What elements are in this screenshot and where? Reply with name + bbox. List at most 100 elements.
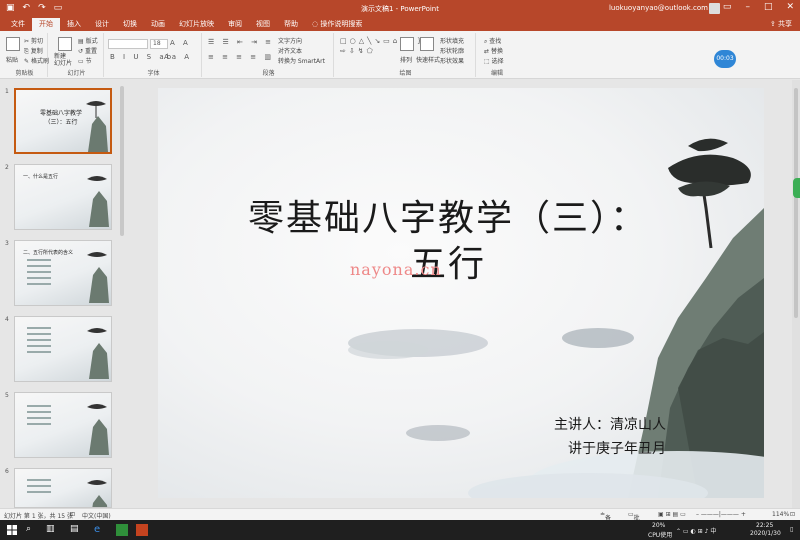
format-painter-button[interactable]: ✎ 格式刷 bbox=[24, 56, 49, 65]
copy-label: 复制 bbox=[30, 48, 43, 55]
task-view-icon[interactable]: ▥ bbox=[46, 524, 58, 536]
align-text-button[interactable]: 对齐文本 bbox=[278, 46, 302, 55]
paste-icon[interactable] bbox=[6, 37, 20, 51]
tab-help[interactable]: 帮助 bbox=[277, 18, 305, 31]
ribbon-display-icon[interactable]: ▭ bbox=[723, 2, 732, 12]
convert-smartart-button[interactable]: 转换为 SmartArt bbox=[278, 56, 325, 65]
tab-view[interactable]: 视图 bbox=[249, 18, 277, 31]
align-buttons[interactable]: ≡ ≡ ≡ ≡ ▥ bbox=[208, 53, 274, 61]
section-label: 节 bbox=[85, 58, 92, 65]
shape-effects-button[interactable]: 形状效果 bbox=[440, 56, 464, 65]
thumb-number: 6 bbox=[5, 468, 9, 475]
spellcheck-icon[interactable]: ⊡ bbox=[70, 511, 75, 518]
shapes-gallery[interactable]: □○△╲↘▭⌂☆{}⇨⇩↯⬠ bbox=[340, 36, 421, 56]
tab-insert[interactable]: 插入 bbox=[60, 18, 88, 31]
cut-button[interactable]: ✂ 剪切 bbox=[24, 36, 43, 45]
recording-timer[interactable]: 00:03 bbox=[714, 50, 736, 68]
slide-title[interactable]: 零基础八字教学（三）： 五行 bbox=[238, 196, 658, 288]
slide-count: 幻灯片 第 1 张，共 15 张 bbox=[4, 513, 73, 520]
font-name-dropdown[interactable] bbox=[108, 39, 148, 49]
slide-thumbnail-5[interactable] bbox=[14, 392, 112, 458]
paragraph-group-label: 段落 bbox=[262, 70, 275, 77]
fit-slide-icon[interactable]: ⊡ bbox=[790, 511, 795, 518]
edge-browser-icon[interactable]: e bbox=[94, 524, 106, 536]
view-buttons[interactable]: ▣ ⊞ ▤ ▭ bbox=[658, 511, 686, 518]
layout-button[interactable]: ▤ 版式 bbox=[78, 36, 98, 45]
tab-slideshow[interactable]: 幻灯片放映 bbox=[172, 18, 221, 31]
format-painter-label: 格式刷 bbox=[30, 58, 49, 65]
share-button[interactable]: ⇪ 共享 bbox=[770, 19, 792, 29]
list-buttons[interactable]: ☰ ☰ ⇤ ⇥ ≡ bbox=[208, 38, 274, 46]
slide-1[interactable]: 零基础八字教学（三）： 五行 nayona.cn 主讲人：清凉山人 讲于庚子年丑… bbox=[158, 88, 764, 498]
comments-button[interactable]: ▭ 批注 bbox=[628, 511, 640, 531]
shape-fill-button[interactable]: 形状填充 bbox=[440, 36, 464, 45]
slide-thumbnail-3[interactable]: 二、五行所代表的含义 bbox=[14, 240, 112, 306]
clock-time[interactable]: 22:25 bbox=[756, 522, 773, 529]
slide-thumbnail-4[interactable] bbox=[14, 316, 112, 382]
tab-design[interactable]: 设计 bbox=[88, 18, 116, 31]
slide-scrollbar-thumb[interactable] bbox=[794, 88, 798, 318]
quick-styles-button[interactable]: 快速样式 bbox=[416, 55, 440, 64]
layout-label: 版式 bbox=[85, 38, 98, 45]
user-email[interactable]: luokuoyanyao@outlook.com bbox=[609, 4, 708, 12]
zoom-slider[interactable]: – ———|——— + bbox=[696, 511, 746, 518]
search-icon[interactable]: ⌕ bbox=[26, 524, 38, 536]
close-icon[interactable]: ✕ bbox=[786, 2, 794, 12]
cut-label: 剪切 bbox=[30, 38, 43, 45]
tab-transitions[interactable]: 切换 bbox=[116, 18, 144, 31]
copy-button[interactable]: ⎘ 复制 bbox=[24, 46, 43, 56]
reset-button[interactable]: ↺ 重置 bbox=[78, 46, 97, 55]
presenter-text[interactable]: 主讲人：清凉山人 bbox=[554, 414, 666, 434]
file-explorer-icon[interactable]: ▤ bbox=[70, 524, 82, 536]
tab-file[interactable]: 文件 bbox=[4, 18, 32, 31]
window-controls: ▭ – □ ✕ bbox=[723, 2, 794, 12]
status-bar: 幻灯片 第 1 张，共 15 张 ⊡ 中文(中国) ≐ 备注 ▭ 批注 ▣ ⊞ … bbox=[0, 508, 800, 531]
slide-thumbnail-6[interactable] bbox=[14, 468, 112, 508]
font-size-dropdown[interactable]: 18 bbox=[150, 39, 168, 49]
new-slide-icon[interactable] bbox=[58, 37, 72, 51]
slide-thumbnail-2[interactable]: 一、什么是五行 bbox=[14, 164, 112, 230]
text-direction-button[interactable]: 文字方向 bbox=[278, 36, 302, 45]
share-icon: ⇪ bbox=[769, 20, 778, 28]
arrange-icon[interactable] bbox=[400, 37, 414, 51]
mountain-tree-thumb-icon bbox=[87, 404, 109, 455]
arrange-button[interactable]: 排列 bbox=[400, 55, 412, 64]
tray-icons[interactable]: ⌃ ▭ ◐ ⊞ ♪ 中 bbox=[676, 526, 716, 535]
font-size-buttons[interactable]: A A bbox=[170, 39, 191, 47]
shape-outline-button[interactable]: 形状轮廓 bbox=[440, 46, 464, 55]
section-button[interactable]: ▭ 节 bbox=[78, 56, 92, 65]
quick-styles-icon[interactable] bbox=[420, 37, 434, 51]
clock-date[interactable]: 2020/1/30 bbox=[750, 530, 781, 537]
notes-button[interactable]: ≐ 备注 bbox=[600, 511, 611, 531]
paste-button[interactable]: 粘贴 bbox=[6, 55, 18, 64]
replace-button[interactable]: ⇄ 替换 bbox=[484, 46, 503, 55]
thumb-text-lines bbox=[27, 479, 57, 497]
avatar[interactable] bbox=[709, 3, 720, 14]
slide-title-line2: 五行 bbox=[409, 244, 486, 285]
ink-landscape-image bbox=[348, 138, 764, 498]
tab-animations[interactable]: 动画 bbox=[144, 18, 172, 31]
tab-home[interactable]: 开始 bbox=[32, 18, 60, 31]
font-group-label: 字体 bbox=[147, 70, 160, 77]
slides-group: 新建 幻灯片 ▤ 版式 ↺ 重置 ▭ 节 幻灯片 bbox=[50, 33, 104, 77]
new-slide-button[interactable]: 新建 幻灯片 bbox=[54, 53, 72, 67]
font-color-buttons[interactable]: Aa A bbox=[164, 53, 192, 61]
slide-thumbnail-1[interactable]: 零基础八字教学（三）：五行 bbox=[14, 88, 112, 154]
minimize-icon[interactable]: – bbox=[745, 2, 750, 12]
green-app-icon[interactable] bbox=[116, 524, 128, 536]
notifications-icon[interactable]: ▯ bbox=[790, 526, 793, 533]
tab-review[interactable]: 审阅 bbox=[221, 18, 249, 31]
select-button[interactable]: ⬚ 选择 bbox=[484, 56, 504, 65]
maximize-icon[interactable]: □ bbox=[764, 2, 773, 12]
powerpoint-taskbar-icon[interactable] bbox=[136, 524, 148, 536]
windows-start-icon[interactable] bbox=[6, 524, 18, 536]
language-indicator[interactable]: 中文(中国) bbox=[82, 511, 111, 520]
reset-label: 重置 bbox=[84, 48, 97, 55]
ribbon-tabs: 文件 开始 插入 设计 切换 动画 幻灯片放映 审阅 视图 帮助 ◌ 操作说明搜… bbox=[0, 18, 800, 31]
find-button[interactable]: ⌕ 查找 bbox=[484, 36, 501, 46]
thumb-number: 5 bbox=[5, 392, 9, 399]
zoom-level[interactable]: 114% bbox=[772, 511, 789, 518]
lecture-date-text[interactable]: 讲于庚子年丑月 bbox=[568, 438, 666, 458]
floating-side-button[interactable] bbox=[793, 178, 800, 198]
tell-me-search[interactable]: ◌ 操作说明搜索 bbox=[305, 18, 369, 31]
